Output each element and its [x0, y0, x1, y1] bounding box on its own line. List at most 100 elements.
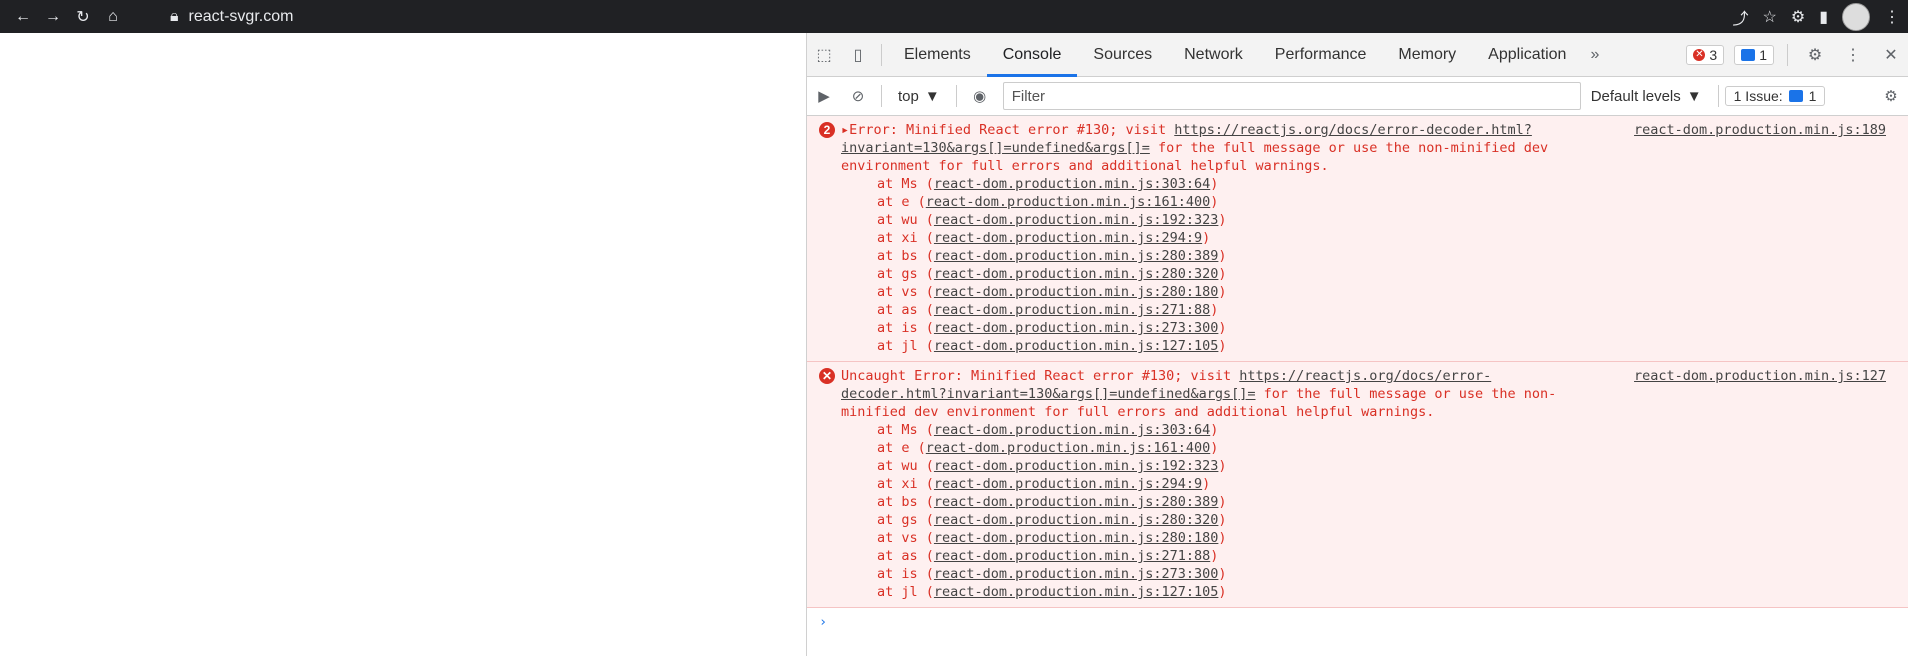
stack-location-link[interactable]: react-dom.production.min.js:273:300 [934, 566, 1218, 582]
levels-label: Default levels [1590, 87, 1681, 105]
log-levels-dropdown[interactable]: Default levels ▼ [1581, 88, 1712, 105]
stack-frame: at e (react-dom.production.min.js:161:40… [877, 194, 1219, 210]
stack-location-link[interactable]: react-dom.production.min.js:127:105 [934, 338, 1218, 354]
back-arrow-icon: ← [15, 7, 31, 25]
divider [881, 43, 882, 66]
stack-location-link[interactable]: react-dom.production.min.js:280:180 [934, 284, 1218, 300]
bookmark-star-icon[interactable]: ☆ [1763, 7, 1777, 27]
stack-location-link[interactable]: react-dom.production.min.js:271:88 [934, 548, 1210, 564]
stack-location-link[interactable]: react-dom.production.min.js:303:64 [934, 176, 1210, 192]
error-count-badge[interactable]: ✕ 3 [1686, 44, 1725, 65]
stack-fn: at is ( [877, 320, 934, 336]
stack-fn: at e ( [877, 440, 926, 456]
stack-location-link[interactable]: react-dom.production.min.js:192:323 [934, 458, 1218, 474]
stack-fn: at is ( [877, 566, 934, 582]
source-link[interactable]: react-dom.production.min.js:127 [1634, 367, 1886, 385]
issues-count: 1 [1808, 88, 1817, 104]
stack-location-link[interactable]: react-dom.production.min.js:280:320 [934, 512, 1218, 528]
error-icon: ✕ [1693, 48, 1706, 61]
context-selector[interactable]: top ▼ [888, 88, 950, 105]
stack-location-link[interactable]: react-dom.production.min.js:280:320 [934, 266, 1218, 282]
stack-frame: at xi (react-dom.production.min.js:294:9… [877, 476, 1211, 492]
stack-fn: at e ( [877, 194, 926, 210]
issues-button[interactable]: 1 Issue: 1 [1724, 86, 1826, 106]
device-toolbar-button[interactable]: ▯ [841, 33, 875, 76]
stack-fn: at jl ( [877, 584, 934, 600]
chevron-double-right-icon: » [1590, 45, 1600, 63]
address-bar[interactable]: 🔒︎ react-svgr.com [170, 0, 293, 33]
stack-location-link[interactable]: react-dom.production.min.js:294:9 [934, 230, 1202, 246]
stack-frame: at is (react-dom.production.min.js:273:3… [877, 320, 1227, 336]
source-link[interactable]: react-dom.production.min.js:189 [1634, 121, 1886, 139]
stack-fn: at Ms ( [877, 176, 934, 192]
live-expression-button[interactable]: ◉ [963, 75, 997, 118]
settings-button[interactable]: ⚙ [1798, 33, 1832, 76]
reload-button[interactable]: ↻ [68, 0, 98, 33]
console-error-entry[interactable]: ✕ react-dom.production.min.js:127 Uncaug… [807, 362, 1908, 608]
stack-fn: at wu ( [877, 458, 934, 474]
message-count: 1 [1759, 46, 1767, 63]
forward-button[interactable]: → [38, 0, 68, 33]
stack-frame: at xi (react-dom.production.min.js:294:9… [877, 230, 1211, 246]
console-toolbar: ▶ ⊘ top ▼ ◉ Filter Default levels ▼ 1 Is… [807, 77, 1908, 116]
message-icon [1788, 90, 1803, 102]
profile-avatar[interactable] [1842, 2, 1870, 31]
stack-location-link[interactable]: react-dom.production.min.js:271:88 [934, 302, 1210, 318]
inspect-element-button[interactable]: ⬚ [807, 33, 841, 76]
stack-location-link[interactable]: react-dom.production.min.js:192:323 [934, 212, 1218, 228]
tab-elements[interactable]: Elements [888, 33, 987, 76]
console-error-entry[interactable]: 2 react-dom.production.min.js:189 ▸Error… [807, 116, 1908, 362]
stack-location-link[interactable]: react-dom.production.min.js:273:300 [934, 320, 1218, 336]
stack-location-link[interactable]: react-dom.production.min.js:280:389 [934, 494, 1218, 510]
stack-fn: at vs ( [877, 284, 934, 300]
stack-frame: at vs (react-dom.production.min.js:280:1… [877, 284, 1227, 300]
issues-label: 1 Issue: [1733, 88, 1783, 104]
tab-sources[interactable]: Sources [1077, 33, 1168, 76]
error-text: Error: Minified React error #130; visit [849, 122, 1175, 138]
kebab-menu-icon: ⋮ [1845, 46, 1861, 64]
divider [1787, 43, 1788, 66]
extensions-icon[interactable]: ⚙ [1791, 7, 1805, 27]
console-messages: 2 react-dom.production.min.js:189 ▸Error… [807, 116, 1908, 656]
home-button[interactable]: ⌂ [98, 0, 128, 33]
browser-actions: ⤴ ☆ ⚙ ▮ ⋮ [1732, 0, 1900, 33]
stack-frame: at bs (react-dom.production.min.js:280:3… [877, 248, 1227, 264]
message-count-badge[interactable]: 1 [1734, 44, 1774, 65]
tab-application[interactable]: Application [1472, 33, 1582, 76]
console-settings-button[interactable]: ⚙ [1874, 75, 1908, 118]
stack-frame: at jl (react-dom.production.min.js:127:1… [877, 584, 1227, 600]
stack-location-link[interactable]: react-dom.production.min.js:303:64 [934, 422, 1210, 438]
menu-kebab-icon[interactable]: ⋮ [1884, 7, 1900, 27]
stack-frame: at Ms (react-dom.production.min.js:303:6… [877, 176, 1219, 192]
chevron-right-icon: › [819, 614, 828, 630]
caret-down-icon: ▼ [1686, 87, 1702, 105]
back-button[interactable]: ← [8, 0, 38, 33]
side-panel-icon[interactable]: ▮ [1819, 7, 1828, 27]
filter-input[interactable]: Filter [1002, 82, 1581, 110]
browser-toolbar: ← → ↻ ⌂ 🔒︎ react-svgr.com ⤴ ☆ ⚙ ▮ ⋮ [0, 0, 1908, 33]
error-icon: ✕ [819, 368, 835, 384]
close-devtools-button[interactable]: ✕ [1874, 33, 1908, 76]
stack-frame: at vs (react-dom.production.min.js:280:1… [877, 530, 1227, 546]
tab-memory[interactable]: Memory [1382, 33, 1472, 76]
stack-location-link[interactable]: react-dom.production.min.js:280:389 [934, 248, 1218, 264]
stack-fn: at gs ( [877, 266, 934, 282]
stack-location-link[interactable]: react-dom.production.min.js:161:400 [926, 194, 1210, 210]
tab-network[interactable]: Network [1168, 33, 1259, 76]
stack-frame: at as (react-dom.production.min.js:271:8… [877, 302, 1219, 318]
console-prompt[interactable]: › [807, 608, 1908, 636]
tab-performance[interactable]: Performance [1259, 33, 1383, 76]
stack-frame: at Ms (react-dom.production.min.js:303:6… [877, 422, 1219, 438]
stack-fn: at vs ( [877, 530, 934, 546]
more-options-button[interactable]: ⋮ [1836, 33, 1870, 76]
stack-location-link[interactable]: react-dom.production.min.js:280:180 [934, 530, 1218, 546]
sidebar-toggle-button[interactable]: ▶ [807, 75, 841, 118]
stack-location-link[interactable]: react-dom.production.min.js:127:105 [934, 584, 1218, 600]
more-tabs-button[interactable]: » [1582, 46, 1607, 64]
tab-console[interactable]: Console [986, 33, 1078, 77]
divider [1717, 85, 1719, 107]
share-icon[interactable]: ⤴ [1732, 5, 1748, 29]
stack-location-link[interactable]: react-dom.production.min.js:294:9 [934, 476, 1202, 492]
stack-location-link[interactable]: react-dom.production.min.js:161:400 [926, 440, 1210, 456]
clear-console-button[interactable]: ⊘ [841, 75, 875, 118]
